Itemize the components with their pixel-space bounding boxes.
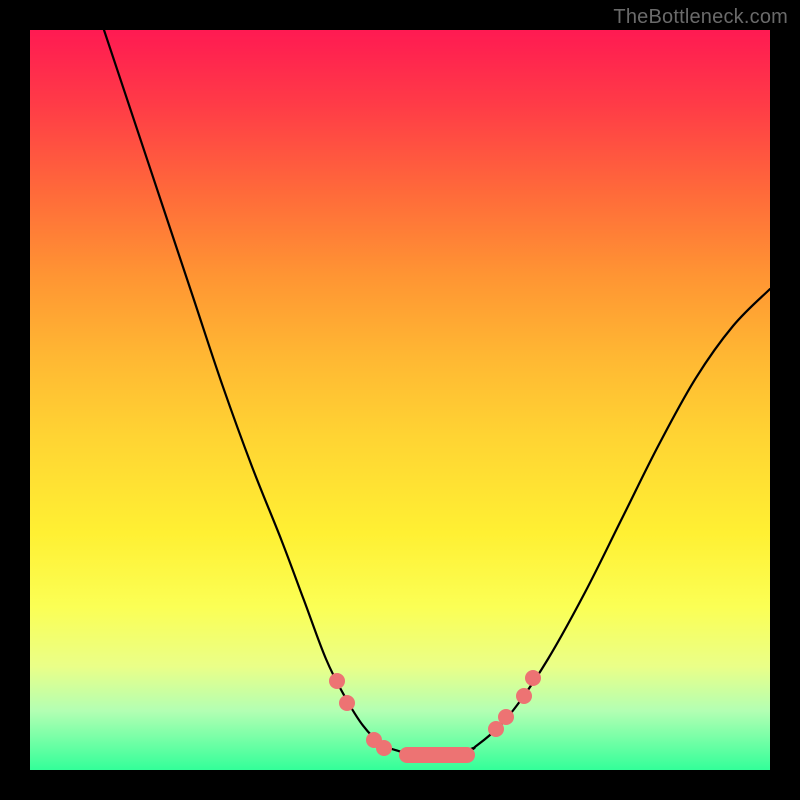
curve-marker [525,670,541,686]
bottleneck-curve [104,30,770,756]
curve-marker [329,673,345,689]
chart-frame: TheBottleneck.com [0,0,800,800]
plot-area [30,30,770,770]
curve-marker [376,740,392,756]
valley-pill-marker [399,747,475,763]
curve-marker [339,695,355,711]
curve-marker [498,709,514,725]
curve-svg [30,30,770,770]
watermark-text: TheBottleneck.com [613,6,788,29]
curve-marker [516,688,532,704]
